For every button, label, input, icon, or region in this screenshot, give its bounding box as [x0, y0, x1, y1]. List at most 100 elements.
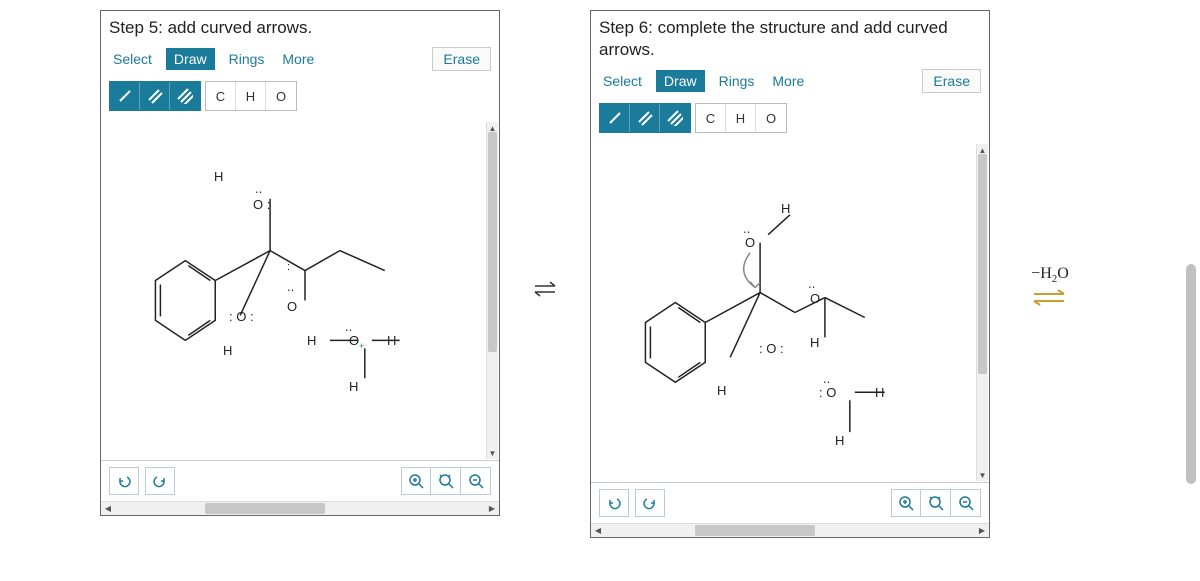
- double-bond-button[interactable]: [140, 82, 170, 110]
- zoom-group: [891, 489, 981, 517]
- triple-bond-icon: [177, 88, 193, 104]
- zoom-fit-button[interactable]: [431, 467, 461, 495]
- zoom-in-icon: [408, 473, 424, 489]
- page-vscroll[interactable]: [1186, 4, 1196, 577]
- zoom-group: [401, 467, 491, 495]
- atom-label-h: H: [214, 169, 223, 184]
- single-bond-button[interactable]: [600, 104, 630, 132]
- hscroll-thumb[interactable]: [695, 525, 815, 536]
- erase-button[interactable]: Erase: [922, 69, 981, 93]
- draw-tab[interactable]: Draw: [656, 70, 705, 92]
- bond-atom-row: C H O: [101, 79, 499, 121]
- atom-label-h: H: [810, 335, 819, 350]
- atom-label-h: H: [781, 201, 790, 216]
- atom-c-button[interactable]: C: [696, 104, 726, 132]
- atom-label-o-colon: O :: [253, 197, 270, 212]
- more-tab[interactable]: More: [278, 49, 318, 69]
- double-bond-button[interactable]: [630, 104, 660, 132]
- toolbar: Select Draw Rings More Erase: [101, 43, 499, 79]
- lone-pair-dots: ‥: [255, 183, 262, 196]
- bond-group: [599, 103, 691, 133]
- equilibrium-arrow-icon: [530, 275, 560, 305]
- zoom-fit-icon: [438, 473, 454, 489]
- page-vscroll-thumb[interactable]: [1186, 264, 1196, 484]
- panel-step5: Step 5: add curved arrows. Select Draw R…: [100, 10, 500, 570]
- atom-label-h: H: [835, 433, 844, 448]
- drawing-canvas[interactable]: H ‥ O : : O ‥ : O : H H ‥ O + H H ▲: [101, 121, 499, 461]
- reaction-annotation: −H2O: [1005, 265, 1095, 314]
- canvas-vscroll[interactable]: ▲ ▼: [486, 122, 498, 459]
- canvas-vscroll[interactable]: ▲ ▼: [976, 144, 988, 481]
- lone-pair-dots: :: [287, 261, 290, 273]
- undo-button[interactable]: [109, 467, 139, 495]
- charge-plus: +: [359, 341, 364, 351]
- triple-bond-button[interactable]: [170, 82, 200, 110]
- hscroll-thumb[interactable]: [205, 503, 325, 514]
- vscroll-thumb[interactable]: [978, 154, 987, 374]
- scroll-left-icon[interactable]: ◀: [101, 504, 115, 513]
- toolbar: Select Draw Rings More Erase: [591, 65, 989, 101]
- draw-tab[interactable]: Draw: [166, 48, 215, 70]
- atom-c-button[interactable]: C: [206, 82, 236, 110]
- zoom-in-icon: [898, 495, 914, 511]
- double-bond-icon: [147, 88, 163, 104]
- atom-h-button[interactable]: H: [236, 82, 266, 110]
- atom-label-h: H: [387, 333, 396, 348]
- rings-tab[interactable]: Rings: [225, 49, 269, 69]
- atom-label-h: H: [223, 343, 232, 358]
- zoom-out-button[interactable]: [461, 467, 491, 495]
- zoom-out-icon: [958, 495, 974, 511]
- atom-group: C H O: [205, 81, 297, 111]
- panel-title: Step 5: add curved arrows.: [101, 11, 499, 43]
- atom-label-o-lone: : O :: [229, 309, 254, 324]
- molecule-svg: [591, 143, 989, 482]
- drawing-canvas[interactable]: H ‥ O : O : H ‥ O H ‥ : O H H ▲ ▼: [591, 143, 989, 483]
- vscroll-thumb[interactable]: [488, 132, 497, 352]
- triple-bond-button[interactable]: [660, 104, 690, 132]
- scroll-right-icon[interactable]: ▶: [485, 504, 499, 513]
- atom-o-button[interactable]: O: [266, 82, 296, 110]
- atom-h-button[interactable]: H: [726, 104, 756, 132]
- bond-group: [109, 81, 201, 111]
- equilibrium-arrow-icon: [1030, 287, 1070, 309]
- lone-pair-dots: ‥: [287, 281, 294, 294]
- atom-label-h: H: [349, 379, 358, 394]
- bond-atom-row: C H O: [591, 101, 989, 143]
- scroll-left-icon[interactable]: ◀: [591, 526, 605, 535]
- scroll-down-icon[interactable]: ▼: [487, 447, 498, 459]
- single-bond-icon: [607, 110, 623, 126]
- panel-step6: Step 6: complete the structure and add c…: [590, 10, 990, 570]
- panel-title: Step 6: complete the structure and add c…: [591, 11, 989, 65]
- zoom-out-button[interactable]: [951, 489, 981, 517]
- atom-label-o: O: [287, 299, 297, 314]
- atom-label-o: O: [745, 235, 755, 250]
- canvas-hscroll[interactable]: ◀ ▶: [591, 523, 989, 537]
- erase-button[interactable]: Erase: [432, 47, 491, 71]
- atom-group: C H O: [695, 103, 787, 133]
- canvas-hscroll[interactable]: ◀ ▶: [101, 501, 499, 515]
- atom-o-button[interactable]: O: [756, 104, 786, 132]
- select-tab[interactable]: Select: [109, 49, 156, 69]
- bottom-toolbar: [591, 483, 989, 523]
- redo-button[interactable]: [145, 467, 175, 495]
- undo-button[interactable]: [599, 489, 629, 517]
- atom-label-h: H: [717, 383, 726, 398]
- atom-label-h: H: [875, 385, 884, 400]
- select-tab[interactable]: Select: [599, 71, 646, 91]
- lone-pair-dots: ‥: [808, 278, 815, 291]
- atom-label-h: H: [307, 333, 316, 348]
- zoom-fit-button[interactable]: [921, 489, 951, 517]
- single-bond-button[interactable]: [110, 82, 140, 110]
- scroll-right-icon[interactable]: ▶: [975, 526, 989, 535]
- zoom-in-button[interactable]: [401, 467, 431, 495]
- rings-tab[interactable]: Rings: [715, 71, 759, 91]
- atom-label-o-lone: : O :: [759, 341, 784, 356]
- undo-icon: [606, 495, 622, 511]
- minus-h2o-label: −H2O: [1005, 265, 1095, 285]
- atom-label-o: O: [349, 333, 359, 348]
- redo-button[interactable]: [635, 489, 665, 517]
- triple-bond-icon: [667, 110, 683, 126]
- more-tab[interactable]: More: [768, 71, 808, 91]
- scroll-down-icon[interactable]: ▼: [977, 469, 988, 481]
- zoom-in-button[interactable]: [891, 489, 921, 517]
